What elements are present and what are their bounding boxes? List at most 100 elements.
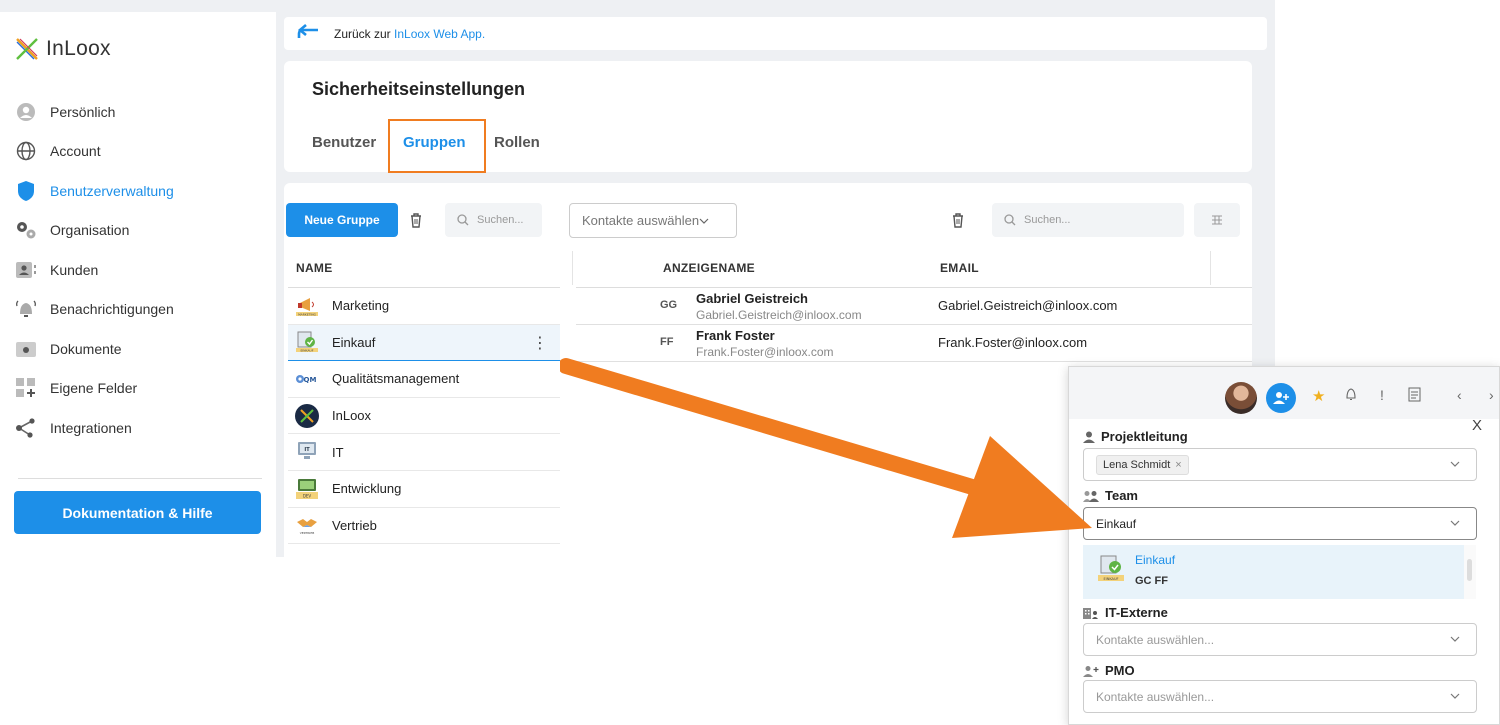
inloox-group-icon (294, 403, 320, 429)
delete-member-icon[interactable] (950, 212, 966, 228)
brand-name: InLoox (46, 37, 111, 60)
column-divider (1210, 251, 1211, 285)
back-arrow-icon[interactable] (296, 24, 320, 43)
member-search-input[interactable]: Suchen... (992, 203, 1184, 237)
groups-name-header: NAME (296, 261, 333, 275)
exclamation-icon[interactable]: ! (1380, 387, 1384, 403)
bell-icon (14, 297, 38, 321)
share-icon (14, 416, 38, 440)
sidebar: InLoox Persönlich Account Benutzerverwal… (0, 12, 276, 557)
globe-icon (14, 139, 38, 163)
groups-list: MARKETING Marketing EINKAUF Einkauf ⋮ QM… (288, 288, 560, 545)
sidebar-item-label: Benutzerverwaltung (50, 182, 174, 199)
remove-chip-icon[interactable]: × (1175, 459, 1181, 471)
group-row-it[interactable]: IT IT (288, 434, 560, 471)
search-placeholder: Suchen... (1024, 214, 1071, 226)
group-name: Einkauf (332, 334, 376, 350)
document-icon[interactable] (1408, 387, 1421, 405)
sidebar-item-benachrichtigungen[interactable]: Benachrichtigungen (14, 290, 264, 330)
star-icon[interactable]: ★ (1312, 387, 1325, 405)
group-row-einkauf[interactable]: EINKAUF Einkauf ⋮ (288, 324, 560, 362)
svg-text:EINKAUF: EINKAUF (301, 349, 314, 353)
member-email: Frank.Foster@inloox.com (938, 335, 1088, 350)
inloox-x-icon (16, 38, 38, 60)
sidebar-item-kunden[interactable]: Kunden (14, 250, 264, 290)
contacts-select[interactable]: Kontakte auswählen (569, 203, 737, 238)
group-row-qualitaetsmanagement[interactable]: QM Qualitätsmanagement (288, 361, 560, 398)
chevron-down-icon (1450, 520, 1460, 526)
svg-text:VERTRIEB: VERTRIEB (300, 531, 315, 535)
einkauf-icon: EINKAUF (1098, 555, 1124, 581)
group-name: Entwicklung (332, 481, 402, 497)
pmo-select[interactable]: Kontakte auswählen... (1083, 680, 1477, 713)
group-name: IT (332, 444, 344, 460)
gears-icon (14, 218, 38, 242)
it-externe-label: IT-Externe (1083, 605, 1168, 620)
email-header: EMAIL (940, 261, 979, 275)
add-user-icon (1273, 392, 1289, 404)
contact-card-icon (14, 258, 38, 282)
search-placeholder: Suchen... (477, 214, 524, 226)
tab-benutzer[interactable]: Benutzer (312, 134, 376, 151)
webapp-link[interactable]: InLoox Web App. (394, 27, 485, 41)
group-row-vertrieb[interactable]: VERTRIEB Vertrieb (288, 508, 560, 545)
close-icon[interactable]: X (1472, 417, 1482, 434)
dropdown-scrollbar[interactable] (1464, 545, 1476, 599)
svg-text:EINKAUF: EINKAUF (1103, 577, 1118, 581)
annotation-arrow (560, 358, 1092, 538)
member-email: Gabriel.Geistreich@inloox.com (938, 298, 1118, 313)
group-search-input[interactable]: Suchen... (445, 203, 542, 237)
sidebar-item-account[interactable]: Account (14, 132, 264, 172)
projektleitung-field[interactable]: Lena Schmidt × (1083, 448, 1477, 481)
selected-contact-chip[interactable]: Lena Schmidt × (1096, 454, 1189, 475)
sidebar-item-integrationen[interactable]: Integrationen (14, 408, 264, 448)
column-settings-button[interactable] (1194, 203, 1240, 237)
sidebar-item-benutzerverwaltung[interactable]: Benutzerverwaltung (14, 171, 264, 211)
page-header: Sicherheitseinstellungen Benutzer Gruppe… (284, 61, 1252, 173)
contacts-select-placeholder: Kontakte auswählen (582, 213, 700, 228)
member-row[interactable]: GG Gabriel Geistreich Gabriel.Geistreich… (576, 288, 1252, 325)
documentation-help-button[interactable]: Dokumentation & Hilfe (14, 491, 261, 534)
chevron-right-icon[interactable]: › (1489, 387, 1494, 403)
inloox-logo: InLoox (14, 36, 111, 62)
marketing-icon: MARKETING (294, 293, 320, 319)
tab-rollen[interactable]: Rollen (494, 134, 540, 151)
member-display-name: Frank Foster (696, 328, 775, 343)
it-externe-placeholder: Kontakte auswählen... (1096, 632, 1215, 647)
more-options-icon[interactable]: ⋮ (532, 333, 548, 353)
svg-text:DEV: DEV (303, 493, 312, 498)
back-bar-text: Zurück zur (334, 26, 395, 41)
sidebar-item-label: Eigene Felder (50, 380, 138, 397)
it-externe-select[interactable]: Kontakte auswählen... (1083, 623, 1477, 656)
sidebar-item-organisation[interactable]: Organisation (14, 211, 264, 251)
member-display-email: Gabriel.Geistreich@inloox.com (696, 308, 862, 322)
sidebar-item-label: Dokumente (50, 340, 122, 357)
sidebar-item-label: Organisation (50, 222, 130, 239)
group-row-entwicklung[interactable]: DEV Entwicklung (288, 471, 560, 508)
sidebar-item-persoenlich[interactable]: Persönlich (14, 92, 264, 132)
chevron-left-icon[interactable]: ‹ (1457, 387, 1462, 403)
avatar[interactable] (1225, 382, 1257, 414)
team-dropdown-option[interactable]: EINKAUF Einkauf GC FF (1083, 545, 1464, 599)
sidebar-item-dokumente[interactable]: Dokumente (14, 329, 264, 369)
pmo-placeholder: Kontakte auswählen... (1096, 689, 1215, 704)
pmo-label: PMO (1083, 663, 1135, 678)
group-name: InLoox (332, 408, 372, 424)
building-contact-icon (1083, 607, 1098, 619)
search-icon (457, 214, 469, 226)
add-member-button[interactable] (1266, 383, 1296, 413)
bell-outline-icon[interactable] (1345, 387, 1357, 404)
group-row-inloox[interactable]: InLoox (288, 398, 560, 435)
stage: InLoox Persönlich Account Benutzerverwal… (0, 0, 1500, 725)
sidebar-item-label: Kunden (50, 261, 99, 278)
delete-group-icon[interactable] (408, 212, 424, 228)
page-title: Sicherheitseinstellungen (312, 79, 526, 99)
new-group-button[interactable]: Neue Gruppe (286, 203, 398, 237)
sidebar-item-label: Persönlich (50, 103, 116, 120)
group-row-marketing[interactable]: MARKETING Marketing (288, 288, 560, 325)
team-select[interactable]: Einkauf (1083, 507, 1477, 540)
sidebar-item-eigene-felder[interactable]: Eigene Felder (14, 369, 264, 409)
back-to-webapp-bar[interactable]: Zurück zur InLoox Web App. (284, 17, 1267, 50)
member-initials: GG (660, 299, 678, 311)
team-select-value: Einkauf (1096, 516, 1137, 531)
